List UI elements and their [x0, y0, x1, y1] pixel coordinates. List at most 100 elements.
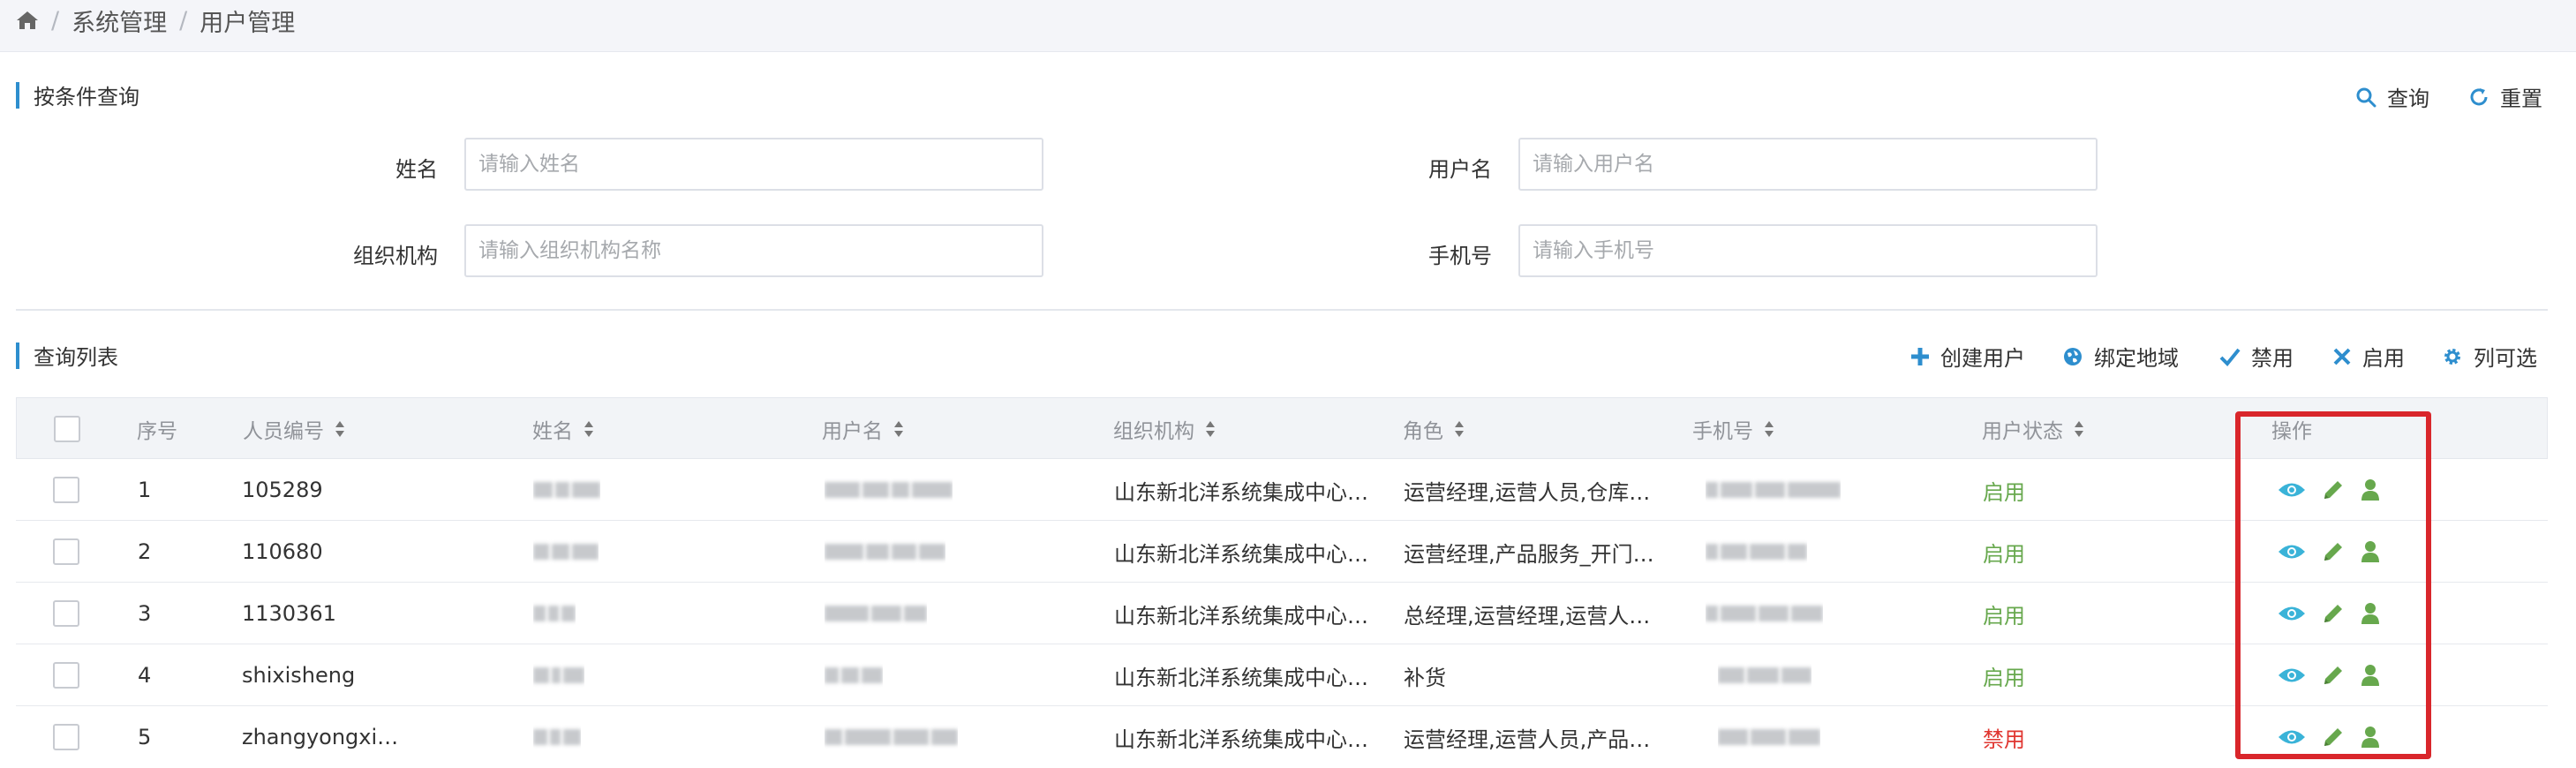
- breadcrumb: / 系统管理 / 用户管理: [16, 0, 295, 41]
- sort-icon[interactable]: [584, 420, 594, 438]
- phone-input[interactable]: [1518, 224, 2098, 277]
- cell-staff-no: 110680: [242, 539, 323, 564]
- cell-ops: [2278, 583, 2380, 644]
- reset-button-label: 重置: [2500, 87, 2542, 111]
- col-header-org[interactable]: 组织机构: [1113, 398, 1216, 460]
- col-header-username[interactable]: 用户名: [822, 398, 904, 460]
- username-input[interactable]: [1518, 138, 2098, 191]
- enable-button[interactable]: 启用: [2332, 341, 2405, 372]
- eye-icon[interactable]: [2278, 604, 2306, 623]
- sort-icon[interactable]: [1764, 420, 1774, 438]
- bind-region-button[interactable]: 绑定地域: [2062, 341, 2179, 372]
- column-select-button[interactable]: 列可选: [2442, 341, 2537, 372]
- sort-icon[interactable]: [335, 420, 345, 438]
- pencil-icon[interactable]: [2322, 664, 2345, 687]
- pencil-icon[interactable]: [2322, 540, 2345, 563]
- cell-staff-no: 1130361: [242, 601, 336, 626]
- col-header-name[interactable]: 姓名: [532, 398, 594, 460]
- name-input[interactable]: [464, 138, 1043, 191]
- table-row: 4 shixisheng 山东新北洋系统集成中心… 补货 启用: [16, 644, 2548, 706]
- home-icon[interactable]: [16, 10, 39, 31]
- cell-status: 启用: [1983, 665, 2025, 690]
- row-checkbox[interactable]: [53, 538, 79, 565]
- cell-name-redacted: [533, 706, 581, 768]
- cell-staff-no: 105289: [242, 478, 323, 502]
- col-header-status[interactable]: 用户状态: [1982, 398, 2084, 460]
- gear-icon: [2444, 348, 2460, 365]
- reset-button[interactable]: 重置: [2468, 81, 2542, 112]
- x-icon: [2333, 348, 2351, 365]
- table-row: 2 110680 山东新北洋系统集成中心… 运营经理,产品服务_开门… 启用: [16, 521, 2548, 583]
- cell-phone-redacted: [1718, 644, 1811, 706]
- name-label: 姓名: [395, 157, 438, 182]
- sort-icon[interactable]: [1205, 420, 1216, 438]
- username-label: 用户名: [1428, 157, 1492, 182]
- cell-role: 总经理,运营经理,运营人…: [1404, 603, 1651, 629]
- cell-name-redacted: [533, 521, 599, 583]
- user-icon[interactable]: [2361, 726, 2380, 749]
- row-checkbox[interactable]: [53, 662, 79, 689]
- table-row: 1 105289 山东新北洋系统集成中心… 运营经理,运营人员,仓库… 启用: [16, 459, 2548, 521]
- phone-label: 手机号: [1428, 244, 1492, 268]
- col-header-staff-no[interactable]: 人员编号: [243, 398, 345, 460]
- eye-icon[interactable]: [2278, 480, 2306, 500]
- cell-status: 启用: [1983, 541, 2025, 567]
- cell-ops: [2278, 706, 2380, 768]
- sort-icon[interactable]: [2074, 420, 2084, 438]
- cell-username-redacted: [825, 706, 958, 768]
- col-header-phone[interactable]: 手机号: [1692, 398, 1774, 460]
- cell-status: 禁用: [1983, 727, 2025, 752]
- sort-icon[interactable]: [893, 420, 904, 438]
- create-user-label: 创建用户: [1940, 346, 2025, 371]
- pencil-icon[interactable]: [2322, 602, 2345, 625]
- cell-staff-no: shixisheng: [242, 663, 356, 688]
- cell-index: 1: [138, 478, 152, 502]
- query-section-title: 按条件查询: [16, 79, 139, 110]
- user-icon[interactable]: [2361, 664, 2380, 687]
- table-header: 序号 人员编号 姓名 用户名 组织机构 角色 手机号 用户状态 操作: [16, 397, 2548, 459]
- eye-icon[interactable]: [2278, 666, 2306, 685]
- user-icon[interactable]: [2361, 540, 2380, 563]
- user-icon[interactable]: [2361, 478, 2380, 501]
- cell-role: 运营经理,运营人员,产品…: [1404, 727, 1651, 752]
- cell-org: 山东新北洋系统集成中心…: [1114, 603, 1368, 629]
- search-icon: [2356, 87, 2376, 107]
- cell-phone-redacted: [1706, 459, 1841, 521]
- col-header-ops: 操作: [2271, 420, 2312, 443]
- enable-label: 启用: [2362, 346, 2405, 371]
- cell-username-redacted: [825, 644, 883, 706]
- eye-icon[interactable]: [2278, 542, 2306, 561]
- org-input[interactable]: [464, 224, 1043, 277]
- col-header-role[interactable]: 角色: [1403, 398, 1465, 460]
- user-icon[interactable]: [2361, 602, 2380, 625]
- row-checkbox[interactable]: [53, 724, 79, 750]
- cell-name-redacted: [533, 644, 584, 706]
- pencil-icon[interactable]: [2322, 726, 2345, 749]
- cell-role: 运营经理,产品服务_开门…: [1404, 541, 1654, 567]
- create-user-button[interactable]: 创建用户: [1910, 341, 2025, 372]
- row-checkbox[interactable]: [53, 600, 79, 627]
- cell-index: 4: [138, 663, 152, 688]
- breadcrumb-item[interactable]: 系统管理: [72, 4, 167, 38]
- bind-region-label: 绑定地域: [2094, 346, 2179, 371]
- cell-index: 5: [138, 725, 152, 749]
- org-label: 组织机构: [353, 244, 438, 268]
- section-accent-bar: [16, 81, 19, 109]
- row-checkbox[interactable]: [53, 477, 79, 503]
- breadcrumb-separator: /: [51, 6, 60, 34]
- cell-username-redacted: [825, 583, 927, 644]
- cell-status: 启用: [1983, 603, 2025, 629]
- search-button[interactable]: 查询: [2355, 81, 2429, 112]
- table-row: 5 zhangyongxi… 山东新北洋系统集成中心… 运营经理,运营人员,产品…: [16, 706, 2548, 764]
- eye-icon[interactable]: [2278, 727, 2306, 747]
- disable-button[interactable]: 禁用: [2219, 341, 2294, 372]
- table-row: 3 1130361 山东新北洋系统集成中心… 总经理,运营经理,运营人… 启用: [16, 583, 2548, 644]
- select-all-checkbox[interactable]: [54, 416, 80, 442]
- cell-phone-redacted: [1706, 583, 1823, 644]
- sort-icon[interactable]: [1454, 420, 1465, 438]
- pencil-icon[interactable]: [2322, 478, 2345, 501]
- list-section-label: 查询列表: [34, 345, 118, 370]
- cell-org: 山东新北洋系统集成中心…: [1114, 665, 1368, 690]
- cell-index: 2: [138, 539, 152, 564]
- column-select-label: 列可选: [2474, 346, 2537, 371]
